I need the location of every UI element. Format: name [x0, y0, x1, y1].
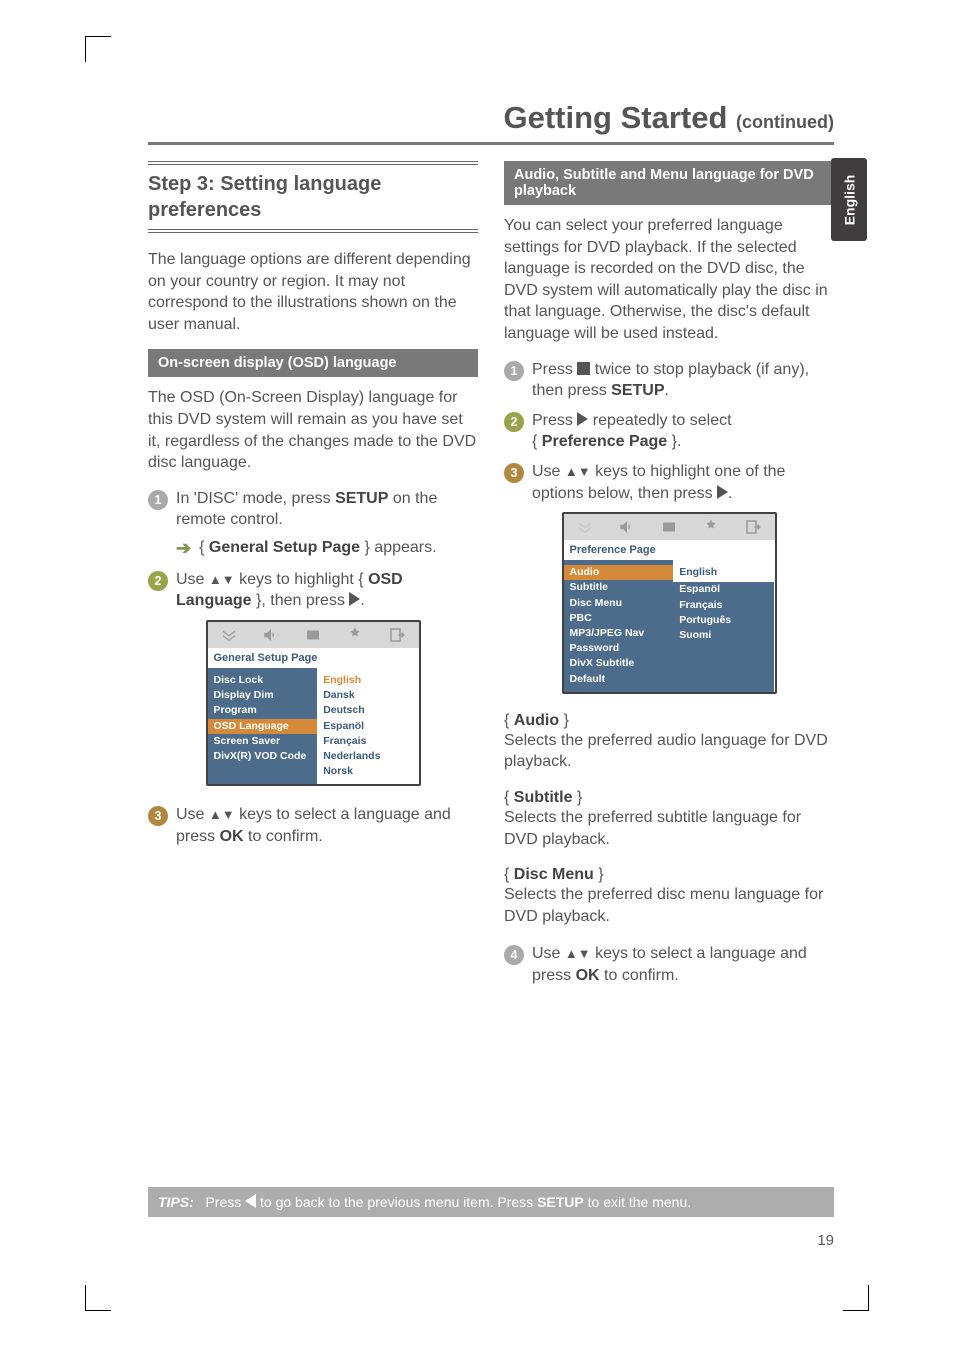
left-icon [245, 1194, 256, 1208]
tab-preference-icon [334, 622, 376, 648]
menu-right-items: English Espanöl Français Português Suomi [673, 560, 774, 692]
step-1-result: ➔ { General Setup Page } appears. [176, 539, 478, 559]
step-1: 1 In 'DISC' mode, press SETUP on the rem… [148, 488, 478, 531]
tab-audio-icon [250, 622, 292, 648]
r-step-3: 3 Use ▲▼ keys to highlight one of the op… [504, 461, 834, 504]
step-2: 2 Use ▲▼ keys to highlight { OSD Languag… [148, 569, 478, 612]
right-column: Audio, Subtitle and Menu language for DV… [504, 155, 834, 995]
step-number-3: 3 [148, 806, 168, 826]
step-1-text: In 'DISC' mode, press SETUP on the remot… [176, 488, 478, 531]
language-tab: English [831, 158, 867, 241]
r-step-1: 1 Press twice to stop playback (if any),… [504, 359, 834, 402]
stop-icon [577, 362, 590, 375]
r-step-4: 4 Use ▲▼ keys to select a language and p… [504, 943, 834, 986]
up-down-icon: ▲▼ [565, 945, 591, 963]
tab-general-icon [564, 514, 606, 540]
tab-video-icon [292, 622, 334, 648]
crop-mark [843, 1285, 869, 1311]
osd-paragraph: The OSD (On-Screen Display) language for… [148, 387, 478, 473]
right-icon [717, 485, 728, 499]
page-title: Getting Started (continued) [148, 100, 834, 136]
intro-paragraph: The language options are different depen… [148, 249, 478, 335]
up-down-icon: ▲▼ [565, 463, 591, 481]
tab-exit-icon [376, 622, 418, 648]
crop-mark [85, 1285, 111, 1311]
tab-video-icon [648, 514, 690, 540]
step-number-1: 1 [148, 490, 168, 510]
step-number-2: 2 [504, 412, 524, 432]
step-number-1: 1 [504, 361, 524, 381]
language-tab-label: English [841, 174, 857, 225]
right-icon [349, 592, 360, 606]
r-step-3-text: Use ▲▼ keys to highlight one of the opti… [532, 461, 834, 504]
general-setup-menu: General Setup Page Disc Lock Display Dim… [206, 620, 421, 787]
sub-heading-osd: On-screen display (OSD) language [148, 349, 478, 377]
step-heading: Step 3: Setting language preferences [148, 171, 478, 223]
step-number-3: 3 [504, 463, 524, 483]
playback-intro: You can select your preferred language s… [504, 215, 834, 345]
menu-tabs [208, 622, 419, 648]
preference-page-menu: Preference Page Audio Subtitle Disc Menu… [562, 512, 777, 694]
r-step-4-text: Use ▲▼ keys to select a language and pre… [532, 943, 834, 986]
up-down-icon: ▲▼ [209, 571, 235, 589]
step-number-2: 2 [148, 571, 168, 591]
tips-bar: TIPS: Press to go back to the previous m… [148, 1187, 834, 1217]
def-audio: { Audio } Selects the preferred audio la… [504, 712, 834, 773]
up-down-icon: ▲▼ [209, 806, 235, 824]
step-2-text: Use ▲▼ keys to highlight { OSD Language … [176, 569, 478, 612]
step-number-4: 4 [504, 945, 524, 965]
menu-tabs [564, 514, 775, 540]
tab-exit-icon [732, 514, 774, 540]
title-main: Getting Started [503, 100, 727, 135]
tab-general-icon [208, 622, 250, 648]
crop-mark [85, 36, 111, 62]
tab-preference-icon [690, 514, 732, 540]
tips-label: TIPS: [158, 1194, 194, 1210]
right-icon [577, 412, 588, 426]
sub-heading-playback-lang: Audio, Subtitle and Menu language for DV… [504, 161, 834, 205]
step-3: 3 Use ▲▼ keys to select a language and p… [148, 804, 478, 847]
menu-left-items: Disc Lock Display Dim Program OSD Langua… [208, 668, 318, 785]
def-subtitle: { Subtitle } Selects the preferred subti… [504, 789, 834, 850]
r-step-2-text: Press repeatedly to select { Preference … [532, 410, 834, 453]
page-number: 19 [817, 1232, 834, 1249]
arrow-icon: ➔ [176, 539, 191, 559]
menu-right-items: English Dansk Deutsch Espanöl Français N… [317, 668, 418, 785]
step-3-text: Use ▲▼ keys to select a language and pre… [176, 804, 478, 847]
menu-title: General Setup Page [208, 648, 419, 668]
title-underline [148, 142, 834, 145]
title-continued: (continued) [736, 112, 834, 132]
tab-audio-icon [606, 514, 648, 540]
r-step-1-text: Press twice to stop playback (if any), t… [532, 359, 834, 402]
r-step-2: 2 Press repeatedly to select { Preferenc… [504, 410, 834, 453]
menu-left-items: Audio Subtitle Disc Menu PBC MP3/JPEG Na… [564, 560, 674, 692]
left-column: Step 3: Setting language preferences The… [148, 155, 478, 995]
def-discmenu: { Disc Menu } Selects the preferred disc… [504, 866, 834, 927]
menu-title: Preference Page [564, 540, 775, 560]
